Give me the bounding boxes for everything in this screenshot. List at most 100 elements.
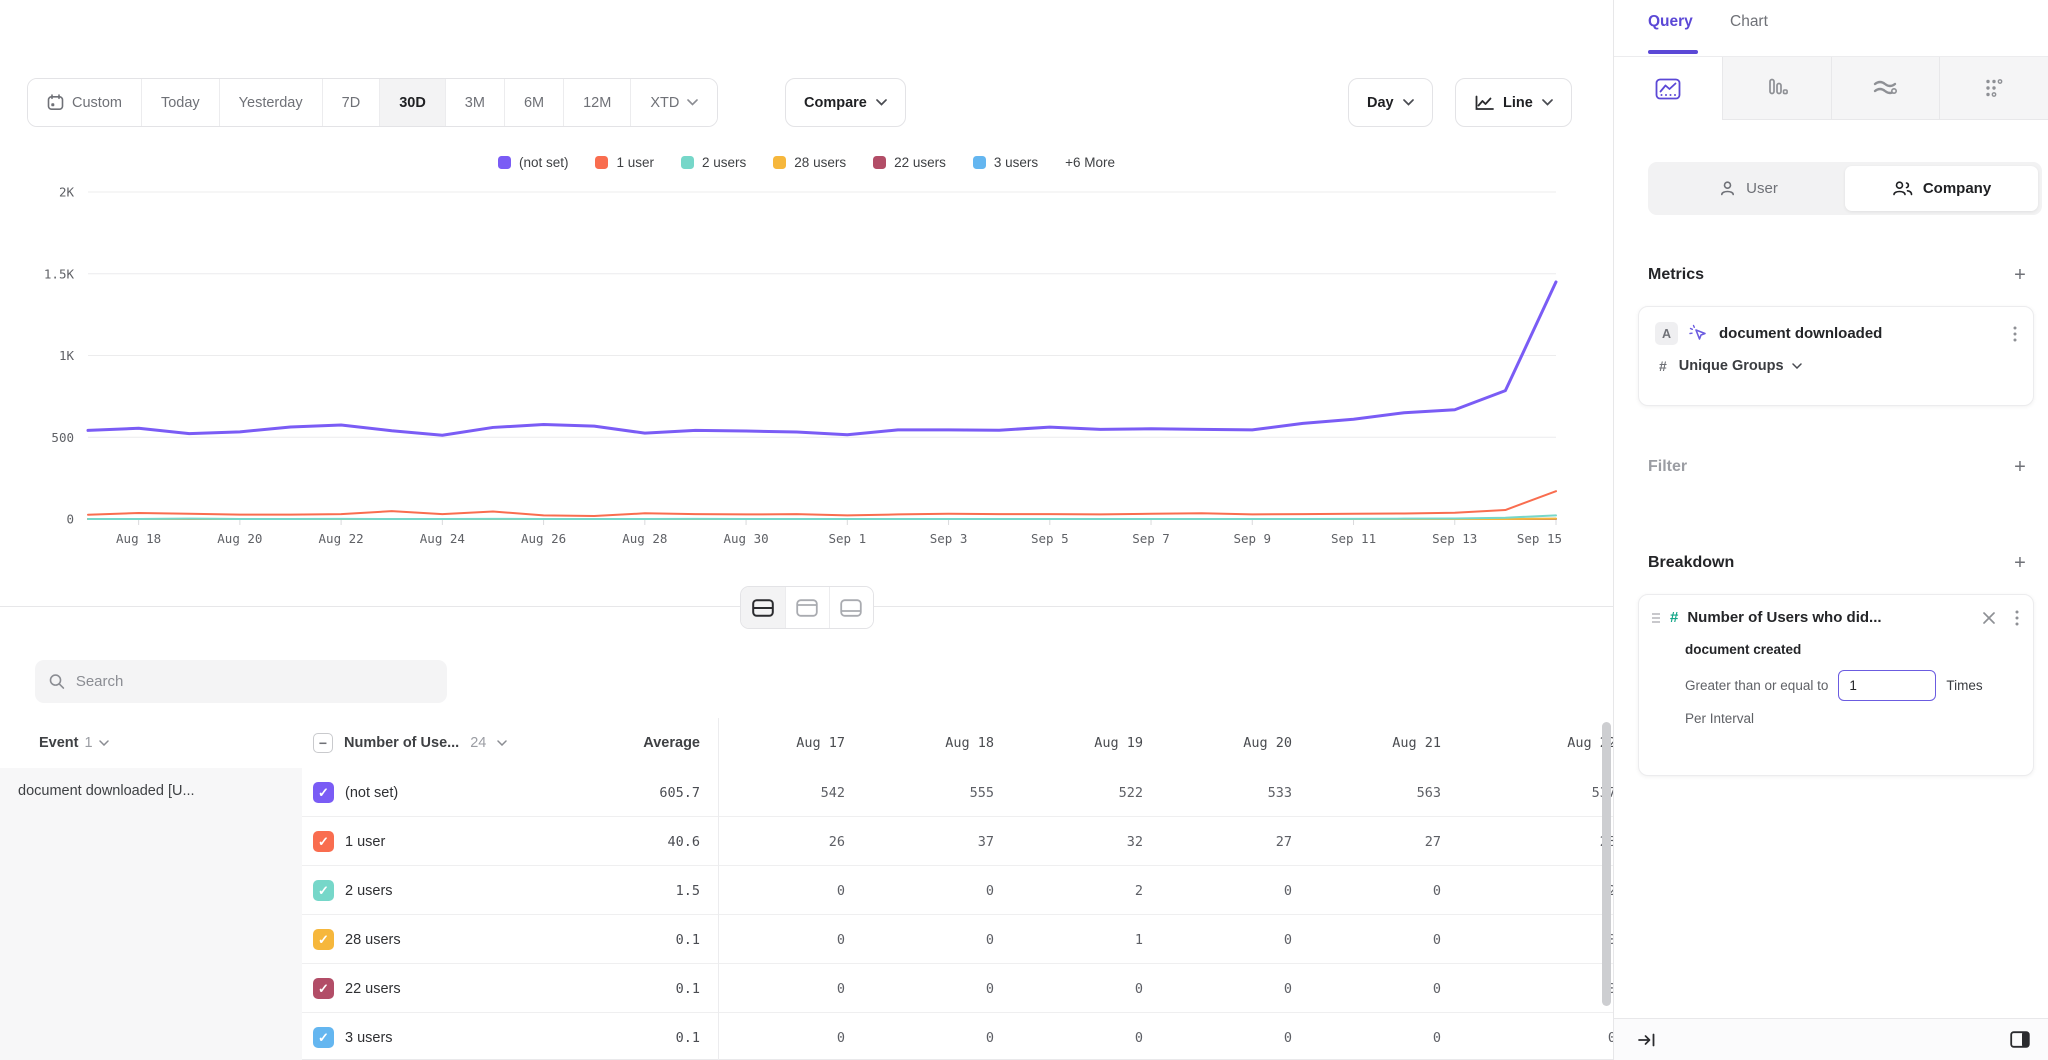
date-value: 27: [1314, 834, 1463, 850]
metric-card[interactable]: A document downloaded # Unique Groups: [1638, 306, 2034, 406]
entity-company[interactable]: Company: [1845, 166, 2038, 211]
date-value: 27: [1165, 834, 1314, 850]
range-6m-button[interactable]: 6M: [504, 79, 563, 126]
collapse-sidebar-icon[interactable]: [1638, 1033, 1656, 1047]
date-value: 0: [1016, 981, 1165, 997]
tab-chart[interactable]: Chart: [1730, 13, 1768, 31]
legend-swatch: [873, 156, 886, 169]
search-input[interactable]: [76, 673, 433, 690]
interval-label: Day: [1367, 95, 1394, 111]
layout-bottom-button[interactable]: [829, 587, 873, 628]
row-checkbox[interactable]: ✓: [313, 831, 334, 852]
add-breakdown-button[interactable]: +: [2010, 554, 2030, 574]
breakdown-card: # Number of Users who did... document cr…: [1638, 594, 2034, 776]
breakdown-kebab-icon[interactable]: [2015, 610, 2019, 626]
event-column-header[interactable]: Event 1: [0, 735, 302, 751]
date-value: 0: [1314, 932, 1463, 948]
chart-canvas[interactable]: 05001K1.5K2KAug 18Aug 20Aug 22Aug 24Aug …: [0, 178, 1614, 563]
breakdown-event-name[interactable]: document created: [1685, 642, 2019, 657]
legend-item[interactable]: (not set): [498, 155, 569, 170]
range-3m-button[interactable]: 3M: [445, 79, 504, 126]
measure-selector[interactable]: Unique Groups: [1679, 358, 1802, 374]
tab-query[interactable]: Query: [1648, 13, 1693, 31]
average-value: 1.5: [545, 883, 718, 899]
legend-item[interactable]: 22 users: [873, 155, 946, 170]
condition-value-input[interactable]: [1838, 670, 1936, 701]
series-line: [88, 491, 1556, 516]
legend-swatch: [973, 156, 986, 169]
legend-more-button[interactable]: +6 More: [1065, 155, 1115, 170]
metric-kebab-icon[interactable]: [2013, 326, 2017, 342]
legend-label: 28 users: [794, 155, 846, 170]
chart-type-flow[interactable]: [1831, 57, 1940, 120]
table-scrollbar[interactable]: [1602, 722, 1611, 1006]
svg-text:0: 0: [66, 512, 74, 527]
legend-item[interactable]: 1 user: [595, 155, 654, 170]
svg-text:Aug 22: Aug 22: [319, 531, 364, 546]
group-name-cell: ✓3 users: [302, 1027, 545, 1048]
date-value: 542: [718, 785, 867, 801]
legend-item[interactable]: 3 users: [973, 155, 1038, 170]
legend-item[interactable]: 2 users: [681, 155, 746, 170]
svg-text:Aug 26: Aug 26: [521, 531, 566, 546]
panel-layout-icon[interactable]: [2010, 1031, 2030, 1048]
event-name-cell[interactable]: document downloaded [U...: [0, 768, 302, 1060]
chart-type-grid-dots[interactable]: [1939, 57, 2048, 120]
group-label: 2 users: [345, 883, 393, 899]
breakdown-per-interval: Per Interval: [1685, 711, 2019, 726]
chart-type-bar[interactable]: [1722, 57, 1831, 120]
select-all-checkbox[interactable]: −: [313, 733, 333, 753]
close-icon[interactable]: [1982, 611, 1996, 625]
row-checkbox[interactable]: ✓: [313, 1027, 334, 1048]
drag-handle-icon[interactable]: [1651, 611, 1661, 625]
svg-text:Sep 3: Sep 3: [930, 531, 968, 546]
event-count: 1: [85, 735, 93, 751]
analytics-app: CustomTodayYesterday7D30D3M6M12MXTD Comp…: [0, 0, 2048, 1060]
entity-user-label: User: [1746, 180, 1778, 197]
compare-button[interactable]: Compare: [785, 78, 906, 127]
range-xtd-button[interactable]: XTD: [630, 79, 717, 126]
calendar-icon: [47, 94, 64, 111]
interval-button[interactable]: Day: [1348, 78, 1433, 127]
date-value: 37: [867, 834, 1016, 850]
date-value: 0: [1165, 932, 1314, 948]
row-checkbox[interactable]: ✓: [313, 880, 334, 901]
date-value: 0: [1016, 1030, 1165, 1046]
chevron-down-icon[interactable]: [497, 740, 507, 746]
row-checkbox[interactable]: ✓: [313, 782, 334, 803]
range-30d-button[interactable]: 30D: [379, 79, 445, 126]
legend-item[interactable]: 28 users: [773, 155, 846, 170]
svg-text:1.5K: 1.5K: [44, 266, 75, 281]
range-12m-button[interactable]: 12M: [563, 79, 630, 126]
chevron-down-icon: [1403, 99, 1414, 106]
entity-user[interactable]: User: [1652, 166, 1845, 211]
range-yesterday-button[interactable]: Yesterday: [219, 79, 322, 126]
average-column-divider: [718, 718, 719, 1060]
filter-heading: Filter: [1648, 458, 1687, 476]
chart-type-line[interactable]: [1614, 57, 1722, 120]
legend-label: 3 users: [994, 155, 1038, 170]
line-chart: 05001K1.5K2KAug 18Aug 20Aug 22Aug 24Aug …: [0, 178, 1614, 563]
range-7d-button[interactable]: 7D: [322, 79, 380, 126]
average-value: 0.1: [545, 981, 718, 997]
add-metric-button[interactable]: +: [2010, 266, 2030, 286]
svg-text:Aug 30: Aug 30: [723, 531, 768, 546]
chart-type-label: Line: [1503, 95, 1533, 111]
layout-split-button[interactable]: [741, 587, 785, 628]
row-checkbox[interactable]: ✓: [313, 978, 334, 999]
layout-top-button[interactable]: [785, 587, 829, 628]
svg-text:Aug 20: Aug 20: [217, 531, 262, 546]
svg-text:1K: 1K: [59, 348, 75, 363]
user-icon: [1719, 180, 1736, 197]
grid-dots-icon: [1982, 77, 2006, 99]
range-today-button[interactable]: Today: [141, 79, 219, 126]
row-checkbox[interactable]: ✓: [313, 929, 334, 950]
svg-text:Sep 15: Sep 15: [1517, 531, 1562, 546]
group-count: 24: [470, 735, 486, 751]
range-custom-button[interactable]: Custom: [28, 79, 141, 126]
chart-type-button[interactable]: Line: [1455, 78, 1572, 127]
add-filter-button[interactable]: +: [2010, 458, 2030, 478]
breakdown-title[interactable]: Number of Users who did...: [1687, 609, 1973, 626]
metric-event-name[interactable]: document downloaded: [1719, 325, 2002, 342]
main-panel: CustomTodayYesterday7D30D3M6M12MXTD Comp…: [0, 0, 1614, 1060]
